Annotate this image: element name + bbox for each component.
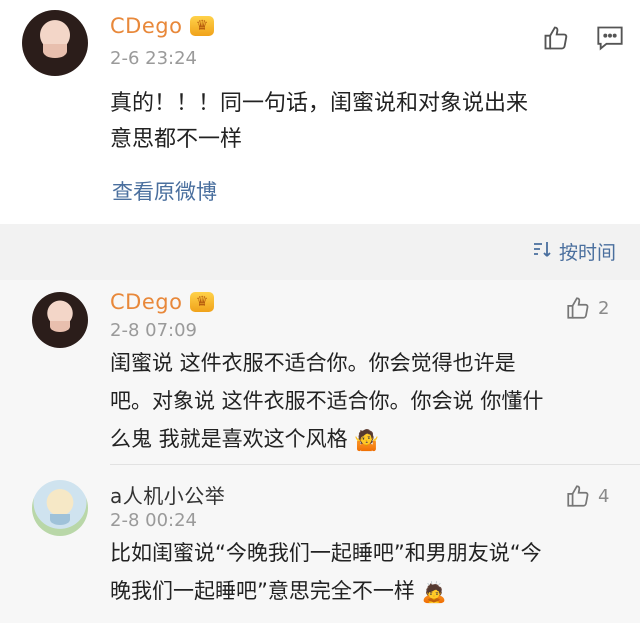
like-count: 2 bbox=[598, 298, 610, 319]
like-count: 4 bbox=[598, 486, 610, 507]
post-author[interactable]: CDego bbox=[110, 14, 182, 38]
sort-by-time-button[interactable]: 按时间 bbox=[533, 238, 616, 265]
comment-list: CDego ♛ 2-8 07:09 2 闺蜜说 这件衣服不适合你。你会觉得也许是… bbox=[0, 280, 640, 623]
post-text-line: 意思都不一样 bbox=[110, 127, 243, 152]
comment-text-line: 晚我们一起睡吧”意思完全不一样 🙇 bbox=[110, 572, 630, 611]
vip-crown-icon: ♛ bbox=[190, 292, 214, 312]
avatar[interactable] bbox=[22, 10, 88, 76]
comment-text-line: 么鬼 我就是喜欢这个风格 🤷 bbox=[110, 420, 620, 459]
original-post: CDego ♛ 2-6 23:24 真的！！！同一句话，闺蜜说和对象说出来 意思… bbox=[0, 0, 640, 224]
thumbs-up-icon[interactable] bbox=[564, 482, 592, 510]
comment-text-segment: 么鬼 我就是喜欢这个风格 bbox=[110, 427, 348, 451]
bow-emoji: 🙇 bbox=[421, 580, 447, 604]
sort-label: 按时间 bbox=[558, 242, 616, 264]
thumbs-up-icon[interactable] bbox=[540, 22, 572, 54]
comment-text: 闺蜜说 这件衣服不适合你。你会觉得也许是 吧。对象说 这件衣服不适合你。你会说 … bbox=[110, 344, 620, 459]
comment-author[interactable]: CDego bbox=[110, 290, 182, 314]
comment-text-line: 闺蜜说 这件衣服不适合你。你会觉得也许是 bbox=[110, 351, 516, 375]
post-timestamp: 2-6 23:24 bbox=[110, 48, 197, 69]
divider bbox=[110, 464, 640, 465]
comment-timestamp: 2-8 00:24 bbox=[110, 510, 197, 531]
thumbs-up-icon[interactable] bbox=[564, 294, 592, 322]
post-text-line: 真的！！！同一句话，闺蜜说和对象说出来 bbox=[110, 91, 529, 116]
comment-text-line: 吧。对象说 这件衣服不适合你。你会说 你懂什 bbox=[110, 389, 544, 413]
comment-icon[interactable] bbox=[594, 22, 626, 54]
comment-text-line: 比如闺蜜说“今晚我们一起睡吧”和男朋友说“今 bbox=[110, 541, 542, 565]
avatar[interactable] bbox=[32, 292, 88, 348]
avatar[interactable] bbox=[32, 480, 88, 536]
comment-text-segment: 晚我们一起睡吧”意思完全不一样 bbox=[110, 579, 415, 603]
sort-icon bbox=[533, 240, 553, 263]
comment-text: 比如闺蜜说“今晚我们一起睡吧”和男朋友说“今 晚我们一起睡吧”意思完全不一样 🙇 bbox=[110, 534, 630, 611]
comment-timestamp: 2-8 07:09 bbox=[110, 320, 197, 341]
vip-crown-icon: ♛ bbox=[190, 16, 214, 36]
comment-sort-bar: 按时间 bbox=[0, 224, 640, 280]
view-original-link[interactable]: 查看原微博 bbox=[112, 176, 217, 206]
post-text: 真的！！！同一句话，闺蜜说和对象说出来 意思都不一样 bbox=[110, 86, 620, 158]
shrug-emoji: 🤷 bbox=[354, 428, 380, 452]
comment-author[interactable]: a人机小公举 bbox=[110, 480, 225, 509]
